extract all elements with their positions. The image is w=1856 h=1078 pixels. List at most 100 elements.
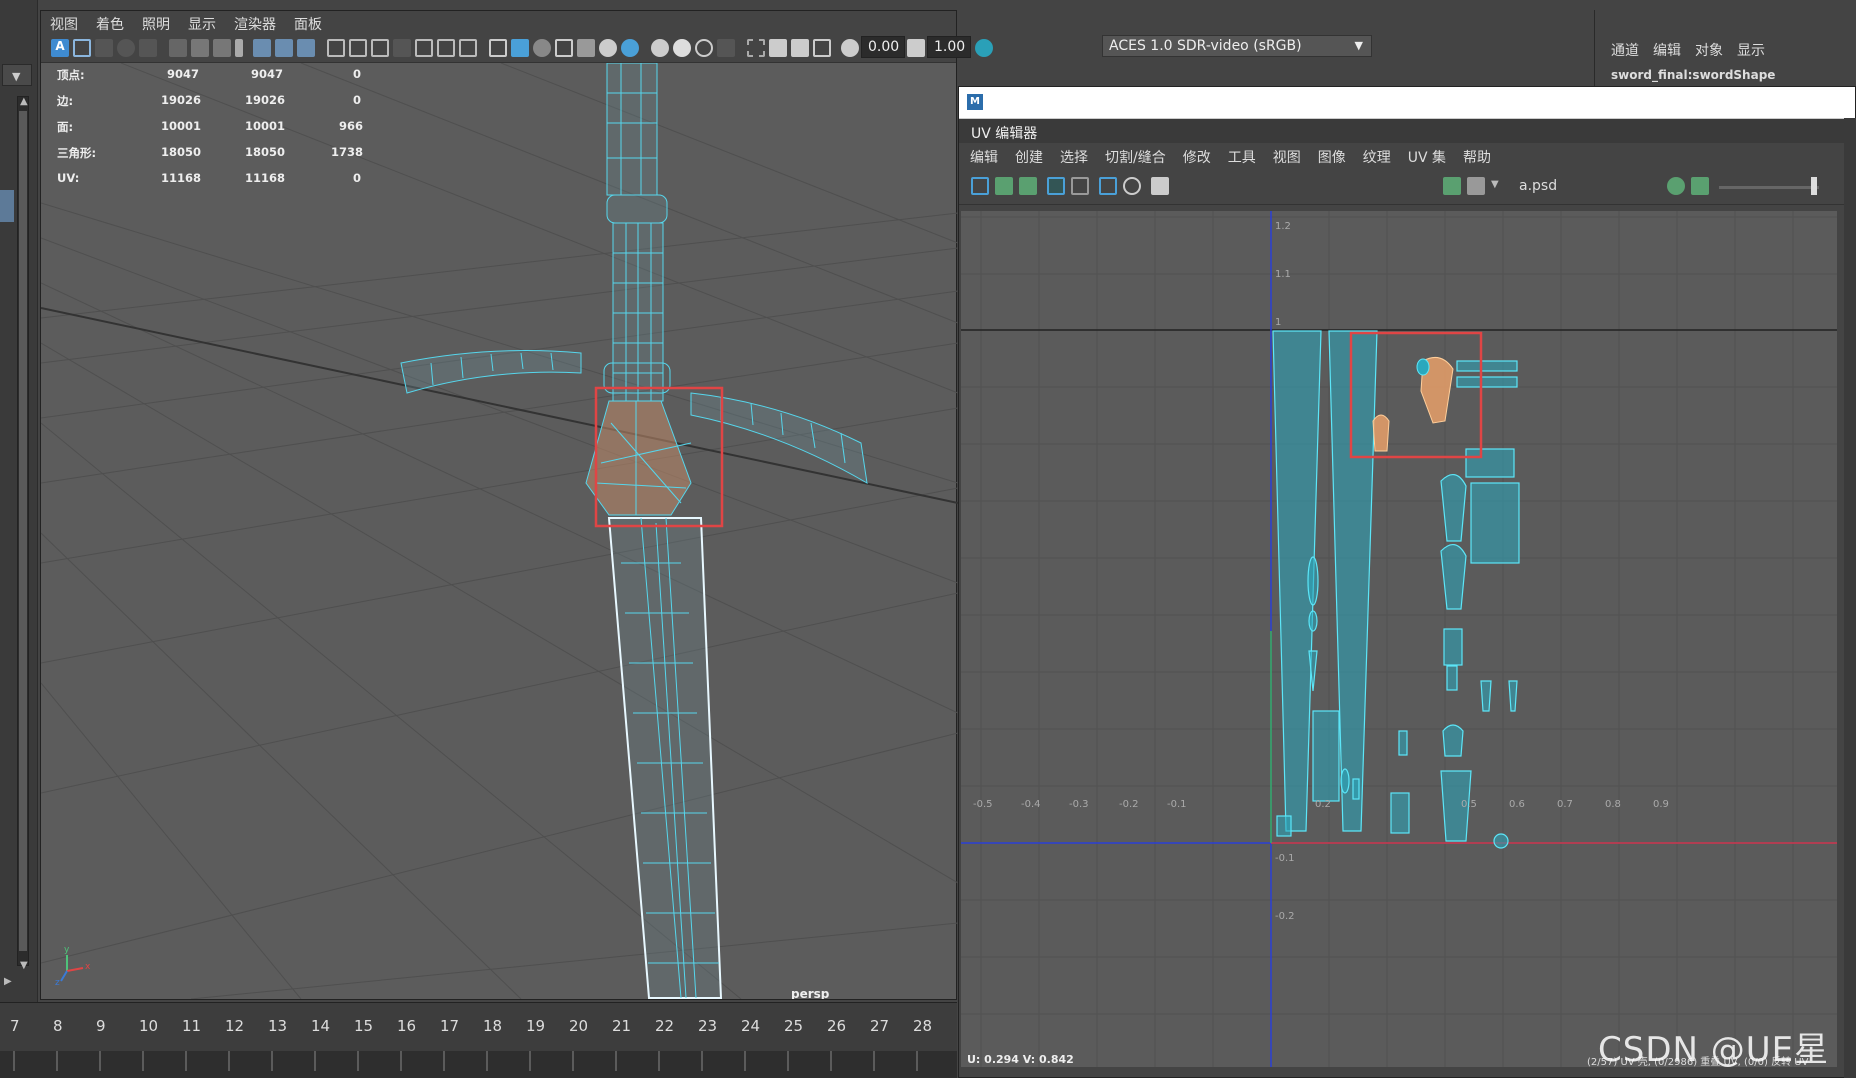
field-chart-icon[interactable] bbox=[253, 39, 271, 57]
texture-image-name[interactable]: a.psd bbox=[1519, 178, 1557, 194]
frame-icon[interactable] bbox=[791, 39, 809, 57]
layout-dropdown[interactable]: ▼ bbox=[2, 64, 32, 86]
uv-menu-uvsets[interactable]: UV 集 bbox=[1397, 143, 1452, 169]
smooth-shade-icon[interactable] bbox=[371, 39, 389, 57]
cube-wire-icon[interactable] bbox=[489, 39, 507, 57]
select-box-icon[interactable] bbox=[747, 39, 765, 57]
checker-icon[interactable] bbox=[577, 39, 595, 57]
resolution-gate-icon[interactable] bbox=[213, 39, 231, 57]
isolate-icon[interactable] bbox=[769, 39, 787, 57]
menu-object[interactable]: 对象 bbox=[1695, 40, 1723, 60]
menu-panels[interactable]: 面板 bbox=[285, 11, 331, 33]
exposure-slider[interactable] bbox=[1719, 186, 1819, 189]
xray-icon[interactable] bbox=[437, 39, 455, 57]
color-space-label: ACES 1.0 SDR-video (sRGB) bbox=[1109, 38, 1302, 54]
menu-channels[interactable]: 通道 bbox=[1611, 40, 1639, 60]
uv-shell-select-icon[interactable] bbox=[971, 177, 989, 195]
depth-of-field-icon[interactable] bbox=[717, 39, 735, 57]
left-scrollbar[interactable] bbox=[17, 96, 29, 966]
scroll-down-icon[interactable]: ▼ bbox=[20, 960, 28, 971]
grease-pencil-icon[interactable] bbox=[169, 39, 187, 57]
safe-action-icon[interactable] bbox=[275, 39, 293, 57]
default-material-icon[interactable] bbox=[393, 39, 411, 57]
shape-node-name[interactable]: sword_final:swordShape bbox=[1611, 68, 1775, 82]
menu-edit[interactable]: 编辑 bbox=[1653, 40, 1681, 60]
menu-view[interactable]: 视图 bbox=[41, 11, 87, 33]
uv-menu-bar: 编辑 创建 选择 切割/缝合 修改 工具 视图 图像 纹理 UV 集 帮助 bbox=[959, 143, 1855, 169]
uv-menu-image[interactable]: 图像 bbox=[1307, 143, 1352, 169]
uv-menu-edit[interactable]: 编辑 bbox=[959, 143, 1004, 169]
expand-right-icon[interactable]: ▶ bbox=[4, 976, 12, 987]
exposure-slider-handle[interactable] bbox=[1811, 177, 1817, 195]
light-icon[interactable] bbox=[599, 39, 617, 57]
shadows-icon[interactable] bbox=[621, 39, 639, 57]
menu-renderer[interactable]: 渲染器 bbox=[225, 11, 285, 33]
camera-attributes-icon[interactable] bbox=[73, 39, 91, 57]
menu-lighting[interactable]: 照明 bbox=[133, 11, 179, 33]
image-plane-icon[interactable] bbox=[117, 39, 135, 57]
cube-shaded-icon[interactable] bbox=[511, 39, 529, 57]
uv-window-titlebar[interactable]: M bbox=[959, 87, 1855, 119]
uv-menu-modify[interactable]: 修改 bbox=[1172, 143, 1217, 169]
hud-icon[interactable] bbox=[813, 39, 831, 57]
tick-x-10: 0.9 bbox=[1653, 799, 1669, 810]
menu-show[interactable]: 显示 bbox=[1737, 40, 1765, 60]
gamma-field[interactable]: 1.00 bbox=[927, 36, 971, 58]
motion-blur-icon[interactable] bbox=[673, 39, 691, 57]
uv-grid-icon[interactable] bbox=[1071, 177, 1089, 195]
isolate-select-icon[interactable] bbox=[415, 39, 433, 57]
2d-pan-icon[interactable] bbox=[139, 39, 157, 57]
uv-canvas[interactable]: -0.5 -0.4 -0.3 -0.2 -0.1 0.2 0.5 0.6 0.7… bbox=[961, 211, 1837, 1067]
uv-pixel-snap-icon[interactable] bbox=[1099, 177, 1117, 195]
image-display-icon[interactable] bbox=[1443, 177, 1461, 195]
uv-menu-tools[interactable]: 工具 bbox=[1217, 143, 1262, 169]
color-space-dropdown[interactable]: ACES 1.0 SDR-video (sRGB) ▼ bbox=[1102, 35, 1372, 57]
grid-icon[interactable] bbox=[327, 39, 345, 57]
gamma-icon[interactable] bbox=[907, 39, 925, 57]
film-gate-icon[interactable] bbox=[191, 39, 209, 57]
scrollbar-thumb[interactable] bbox=[19, 111, 27, 951]
menu-shading[interactable]: 着色 bbox=[87, 11, 133, 33]
ambient-occlusion-icon[interactable] bbox=[651, 39, 669, 57]
frame-label: 27 bbox=[870, 1017, 890, 1035]
chevron-down-icon[interactable]: ▼ bbox=[1491, 179, 1499, 190]
uv-selected-shells bbox=[1372, 356, 1454, 452]
textured-icon[interactable] bbox=[555, 39, 573, 57]
select-camera-icon[interactable]: A bbox=[51, 39, 69, 57]
uv-menu-textures[interactable]: 纹理 bbox=[1352, 143, 1397, 169]
uv-layout-view: -0.5 -0.4 -0.3 -0.2 -0.1 0.2 0.5 0.6 0.7… bbox=[961, 211, 1837, 1067]
scroll-up-icon[interactable]: ▲ bbox=[20, 96, 28, 107]
gate-mask-icon[interactable] bbox=[235, 39, 243, 57]
color-management-icon[interactable] bbox=[975, 39, 993, 57]
checker-map-icon[interactable] bbox=[1467, 177, 1485, 195]
uv-menu-cut-sew[interactable]: 切割/缝合 bbox=[1094, 143, 1172, 169]
antialias-icon[interactable] bbox=[695, 39, 713, 57]
time-slider[interactable]: 7 8 9 10 11 12 13 14 15 16 17 18 19 20 2… bbox=[0, 1002, 957, 1078]
camera-snapshot-icon[interactable] bbox=[1151, 177, 1169, 195]
hud-label: 顶点: bbox=[57, 68, 85, 82]
time-slider-ticks[interactable] bbox=[0, 1051, 957, 1078]
shaded-wire-icon[interactable] bbox=[533, 39, 551, 57]
camera-label: persp bbox=[791, 987, 830, 999]
uv-menu-view[interactable]: 视图 bbox=[1262, 143, 1307, 169]
uv-texture-border-icon[interactable] bbox=[1047, 177, 1065, 195]
uv-menu-select[interactable]: 选择 bbox=[1049, 143, 1094, 169]
exposure-field[interactable]: 0.00 bbox=[861, 36, 905, 58]
menu-show[interactable]: 显示 bbox=[179, 11, 225, 33]
bookmark-icon[interactable] bbox=[95, 39, 113, 57]
exposure-icon[interactable] bbox=[841, 39, 859, 57]
uv-coordinate-readout: U: 0.294 V: 0.842 bbox=[967, 1053, 1074, 1066]
wireframe-icon[interactable] bbox=[349, 39, 367, 57]
uv-menu-help[interactable]: 帮助 bbox=[1452, 143, 1497, 169]
xray-joints-icon[interactable] bbox=[459, 39, 477, 57]
viewport-scene[interactable]: y x z 顶点: 9047 9047 0 边: 19026 19026 0 面… bbox=[41, 63, 958, 999]
uv-shading-icon[interactable] bbox=[1123, 177, 1141, 195]
hud-label: UV: bbox=[57, 171, 80, 185]
viewport-toolbar: A 0.00 1.00 bbox=[41, 33, 993, 63]
image-ratio-icon[interactable] bbox=[1691, 177, 1709, 195]
rgb-channel-icon[interactable] bbox=[1667, 177, 1685, 195]
uv-front-facing-icon[interactable] bbox=[995, 177, 1013, 195]
uv-menu-create[interactable]: 创建 bbox=[1004, 143, 1049, 169]
uv-back-facing-icon[interactable] bbox=[1019, 177, 1037, 195]
safe-title-icon[interactable] bbox=[297, 39, 315, 57]
